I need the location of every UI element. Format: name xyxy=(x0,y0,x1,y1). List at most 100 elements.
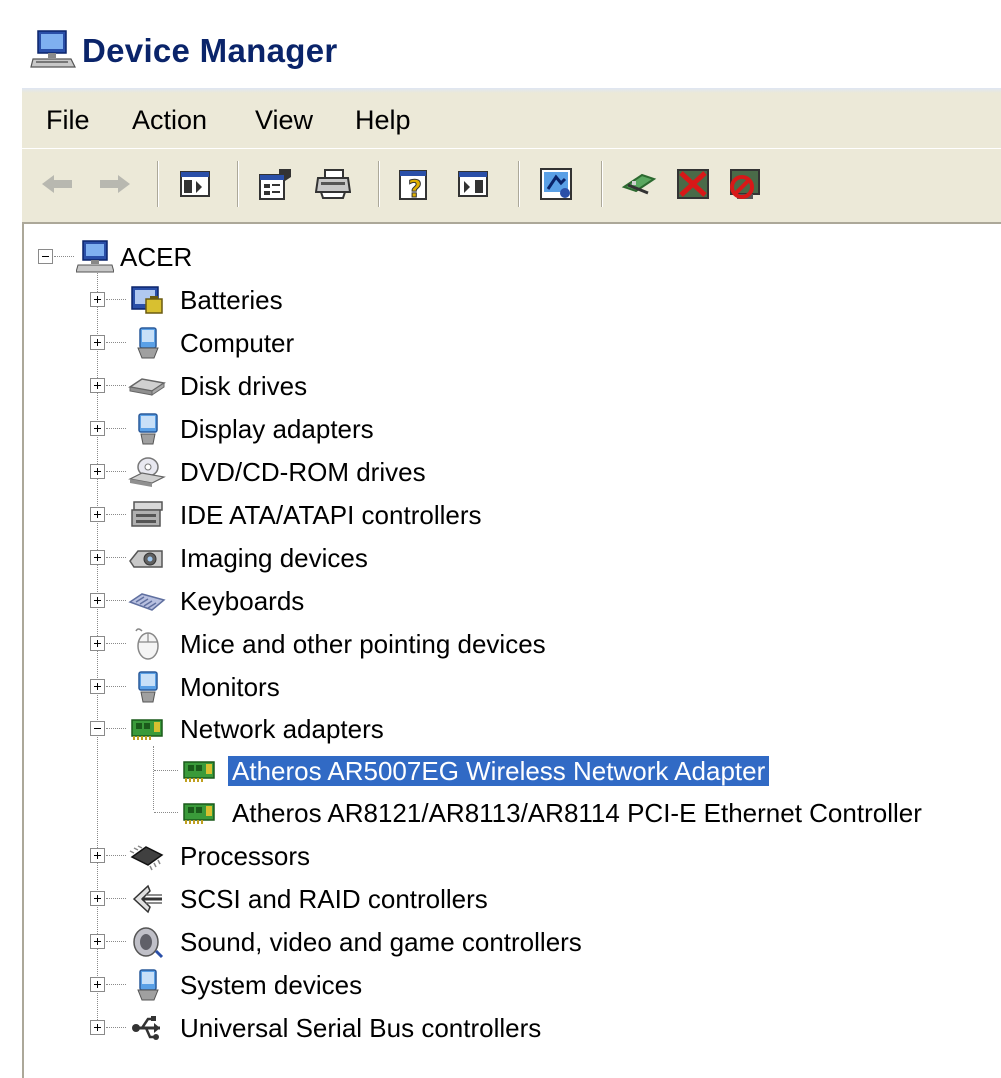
tree-item-computer[interactable]: Computer xyxy=(24,322,1001,364)
scan-hardware-changes-icon xyxy=(540,168,572,200)
back-button[interactable] xyxy=(36,163,78,205)
tree-item-mice[interactable]: Mice and other pointing devices xyxy=(24,623,1001,665)
tree-connector xyxy=(106,600,126,602)
tree-item-label: Mice and other pointing devices xyxy=(180,629,546,659)
disk-drive-icon xyxy=(128,378,166,396)
back-arrow-icon xyxy=(42,175,72,193)
disable-button[interactable] xyxy=(724,163,766,205)
tree-item-label: Display adapters xyxy=(180,414,374,444)
collapse-toggle[interactable] xyxy=(38,249,53,264)
network-card-icon xyxy=(183,803,215,824)
tree-item-label: Sound, video and game controllers xyxy=(180,927,582,957)
tree-connector xyxy=(106,643,126,645)
tree-connector xyxy=(106,728,126,730)
tree-item-network-adapters[interactable]: Network adapters xyxy=(24,708,1001,750)
scsi-controller-icon xyxy=(132,884,162,914)
window-title: Device Manager xyxy=(82,32,338,69)
expand-toggle[interactable] xyxy=(90,977,105,992)
properties-button[interactable] xyxy=(254,163,296,205)
help-button[interactable]: ? xyxy=(394,163,436,205)
toolbar-separator xyxy=(378,161,379,207)
computer-icon xyxy=(137,969,159,1001)
show-hide-action-pane-icon xyxy=(458,171,488,197)
toolbar-separator xyxy=(157,161,158,207)
print-button[interactable] xyxy=(312,163,354,205)
tree-item-label: System devices xyxy=(180,970,363,1000)
show-hide-console-tree-button[interactable] xyxy=(174,163,216,205)
monitor-icon xyxy=(138,671,158,703)
tree-item-label: Batteries xyxy=(180,285,283,315)
tree-item-batteries[interactable]: Batteries xyxy=(24,279,1001,321)
update-driver-icon xyxy=(621,173,657,195)
expand-toggle[interactable] xyxy=(90,636,105,651)
tree-item-label: IDE ATA/ATAPI controllers xyxy=(180,500,482,530)
toolbar-separator xyxy=(237,161,238,207)
expand-toggle[interactable] xyxy=(90,593,105,608)
collapse-toggle[interactable] xyxy=(90,721,105,736)
expand-toggle[interactable] xyxy=(90,292,105,307)
properties-icon xyxy=(259,169,291,200)
tree-item-dvd-cd-rom-drives[interactable]: DVD/CD-ROM drives xyxy=(24,451,1001,493)
show-hide-action-pane-button[interactable] xyxy=(452,163,494,205)
tree-item-usb-controllers[interactable]: Universal Serial Bus controllers xyxy=(24,1007,1001,1049)
tree-item-ide-controllers[interactable]: IDE ATA/ATAPI controllers xyxy=(24,494,1001,536)
tree-item-scsi-raid-controllers[interactable]: SCSI and RAID controllers xyxy=(24,878,1001,920)
expand-toggle[interactable] xyxy=(90,934,105,949)
update-driver-button[interactable] xyxy=(618,163,660,205)
scan-hardware-changes-button[interactable] xyxy=(536,163,578,205)
tree-connector xyxy=(106,1027,126,1029)
tree-connector xyxy=(154,770,178,772)
expand-toggle[interactable] xyxy=(90,848,105,863)
forward-button[interactable] xyxy=(94,163,136,205)
expand-toggle[interactable] xyxy=(90,464,105,479)
title-bar[interactable]: Device Manager xyxy=(0,0,1001,92)
forward-arrow-icon xyxy=(100,175,130,193)
expand-toggle[interactable] xyxy=(90,891,105,906)
tree-item-disk-drives[interactable]: Disk drives xyxy=(24,365,1001,407)
menu-file[interactable]: File xyxy=(46,105,90,136)
expand-toggle[interactable] xyxy=(90,507,105,522)
tree-root-acer[interactable]: ACER xyxy=(24,236,1001,278)
expand-toggle[interactable] xyxy=(90,335,105,350)
expand-toggle[interactable] xyxy=(90,1020,105,1035)
tree-item-monitors[interactable]: Monitors xyxy=(24,666,1001,708)
tree-connector xyxy=(106,984,126,986)
uninstall-icon xyxy=(677,169,709,199)
tree-item-label: Network adapters xyxy=(180,714,384,744)
tree-item-sound-video-game[interactable]: Sound, video and game controllers xyxy=(24,921,1001,963)
cd-drive-icon xyxy=(128,457,166,487)
tree-device-atheros-ethernet[interactable]: Atheros AR8121/AR8113/AR8114 PCI-E Ether… xyxy=(24,792,1001,834)
tree-connector xyxy=(106,428,126,430)
menu-action[interactable]: Action xyxy=(132,105,207,136)
tree-item-label: DVD/CD-ROM drives xyxy=(180,457,426,487)
tree-item-label: Keyboards xyxy=(180,586,305,616)
ide-controller-icon xyxy=(131,501,163,527)
menu-view[interactable]: View xyxy=(255,105,313,136)
tree-connector xyxy=(106,514,126,516)
tree-connector xyxy=(106,686,126,688)
tree-item-keyboards[interactable]: Keyboards xyxy=(24,580,1001,622)
tree-connector xyxy=(106,342,126,344)
tree-connector xyxy=(106,557,126,559)
expand-toggle[interactable] xyxy=(90,679,105,694)
tree-item-display-adapters[interactable]: Display adapters xyxy=(24,408,1001,450)
expand-toggle[interactable] xyxy=(90,550,105,565)
tree-item-processors[interactable]: Processors xyxy=(24,835,1001,877)
show-hide-console-tree-icon xyxy=(180,171,210,197)
battery-icon xyxy=(131,286,163,314)
tree-device-atheros-wireless[interactable]: Atheros AR5007EG Wireless Network Adapte… xyxy=(24,750,1001,792)
mouse-icon xyxy=(135,628,159,660)
tree-item-system-devices[interactable]: System devices xyxy=(24,964,1001,1006)
expand-toggle[interactable] xyxy=(90,378,105,393)
usb-icon xyxy=(132,1016,160,1040)
uninstall-button[interactable] xyxy=(672,163,714,205)
tree-device-label: Atheros AR5007EG Wireless Network Adapte… xyxy=(228,756,770,786)
computer-icon xyxy=(76,240,114,273)
expand-toggle[interactable] xyxy=(90,421,105,436)
tree-item-imaging-devices[interactable]: Imaging devices xyxy=(24,537,1001,579)
tree-item-label: Imaging devices xyxy=(180,543,368,573)
processor-icon xyxy=(129,845,164,871)
menu-help[interactable]: Help xyxy=(355,105,411,136)
device-tree[interactable]: ACER Batteries Computer Disk drives Disp… xyxy=(22,222,1001,1078)
menu-bar: File Action View Help xyxy=(22,93,1001,148)
